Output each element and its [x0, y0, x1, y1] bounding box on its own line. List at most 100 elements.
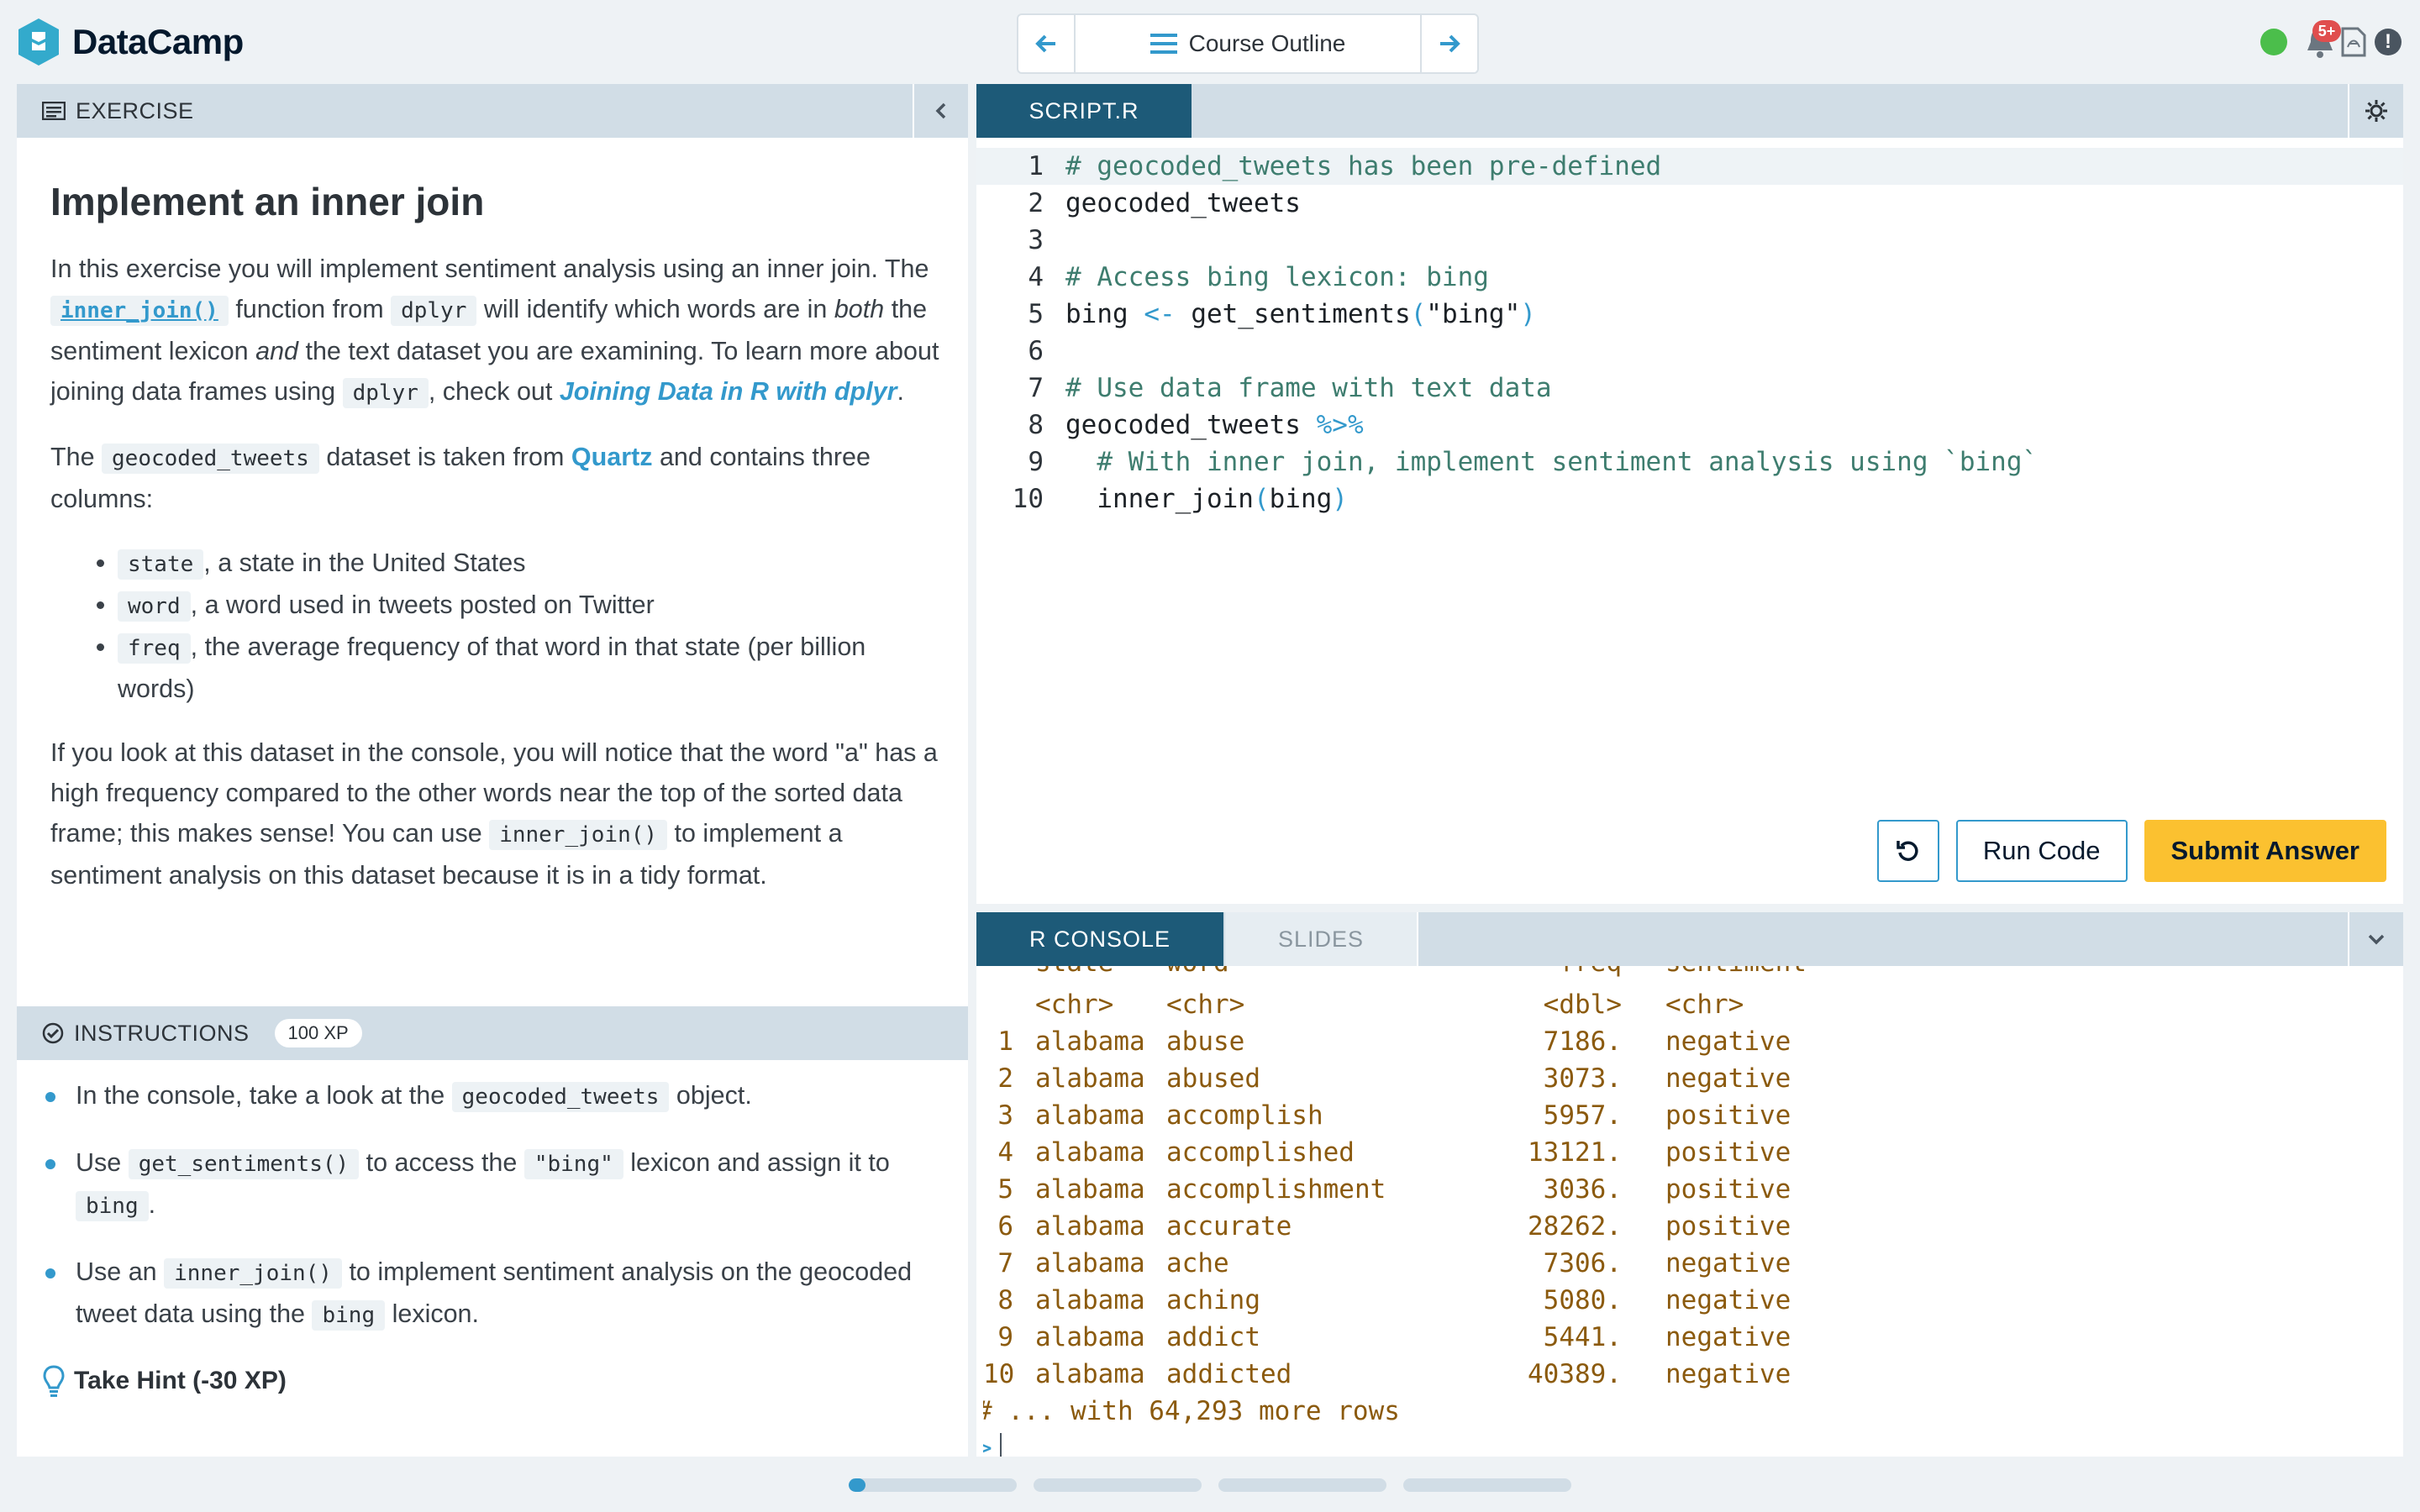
code-geocoded-tweets: geocoded_tweets [451, 1082, 670, 1112]
code-bing: bing [76, 1191, 149, 1221]
collapse-console-button[interactable] [2348, 912, 2403, 966]
instructions-body: In the console, take a look at the geoco… [42, 1075, 950, 1401]
table-cell-state: alabama [1035, 1137, 1145, 1168]
pdf-icon[interactable] [2341, 27, 2366, 57]
exercise-header: Exercise [17, 84, 968, 138]
code-bing-string: "bing" [523, 1149, 623, 1179]
code-line[interactable]: 8 geocoded_tweets %>% [976, 407, 2403, 444]
code-line[interactable]: 7 # Use data frame with text data [976, 370, 2403, 407]
table-cell-sent: negative [1665, 1063, 1791, 1094]
code-line[interactable]: 1 # geocoded_tweets has been pre-defined [976, 148, 2403, 185]
datacamp-logo-icon [18, 18, 59, 66]
table-cell-freq: 3073. [1543, 1063, 1622, 1094]
table-cell-sent: positive [1665, 1100, 1791, 1131]
chevron-left-icon [935, 102, 946, 119]
column-type: <chr> [1166, 990, 1245, 1020]
column-type: <chr> [1035, 990, 1114, 1020]
console-prompt-row[interactable]: > [983, 1428, 2395, 1457]
table-cell-sent: negative [1665, 1322, 1791, 1352]
tab-script-r[interactable]: SCRIPT.R [976, 84, 1192, 138]
previous-exercise-button[interactable] [1018, 15, 1076, 72]
code-argument: bing [1269, 484, 1333, 514]
console-header-row: state word freq sentiment [983, 966, 2395, 984]
inner-join-doc-link[interactable]: inner_join() [50, 295, 229, 326]
bullet-icon [45, 1092, 55, 1102]
table-cell-freq: 13121. [1528, 1137, 1622, 1168]
course-outline-button[interactable]: Course Outline [1076, 15, 1420, 72]
table-cell-word: accomplished [1166, 1137, 1355, 1168]
chevron-down-icon [2368, 934, 2385, 945]
code-line[interactable]: 9 # With inner join, implement sentiment… [976, 444, 2403, 480]
code-area[interactable]: 1 # geocoded_tweets has been pre-defined … [976, 148, 2403, 517]
take-hint-button[interactable]: Take Hint (-30 XP) [42, 1361, 950, 1401]
table-cell-freq: 3036. [1543, 1174, 1622, 1205]
exercise-header-label: Exercise [76, 97, 194, 123]
run-code-button[interactable]: Run Code [1955, 820, 2128, 882]
joining-data-course-link[interactable]: Joining Data in R with dplyr [560, 377, 897, 406]
reset-code-button[interactable] [1876, 820, 1939, 882]
table-cell-sent: negative [1665, 1285, 1791, 1315]
tab-r-console[interactable]: R CONSOLE [976, 912, 1223, 966]
bullet-icon [45, 1268, 55, 1278]
text: In the console, take a look at the [76, 1081, 452, 1110]
console-output[interactable]: state word freq sentiment <chr> <chr> <d… [983, 966, 2395, 1457]
exercise-paragraph-1: In this exercise you will implement sent… [50, 249, 950, 413]
line-number: 1 [1028, 151, 1044, 181]
collapse-panel-button[interactable] [913, 84, 968, 138]
code-line[interactable]: 2 geocoded_tweets [976, 185, 2403, 222]
table-cell-i: 3 [997, 1100, 1013, 1131]
more-rows-text: # ... with 64,293 more rows [983, 1396, 1400, 1426]
table-cell-word: ache [1166, 1248, 1229, 1278]
code-inner-join: inner_join() [50, 296, 229, 326]
code-word: word [118, 591, 191, 622]
text: lexicon and assign it to [623, 1148, 890, 1177]
editor-settings-button[interactable] [2348, 84, 2403, 138]
table-cell-state: alabama [1035, 1285, 1145, 1315]
text: Use an [76, 1257, 165, 1286]
table-cell-sent: negative [1665, 1026, 1791, 1057]
table-cell-sent: negative [1665, 1359, 1791, 1389]
app-name: DataCamp [72, 22, 244, 61]
code-line[interactable]: 4 # Access bing lexicon: bing [976, 259, 2403, 296]
table-row: 3 alabama accomplish 5957. positive [983, 1095, 2395, 1132]
alert-icon[interactable]: ! [2375, 29, 2402, 55]
console-rows: 1 alabama abuse 7186. negative 2 alabama abused… [983, 1021, 2395, 1391]
table-cell-word: addict [1166, 1322, 1260, 1352]
console-prompt: > [983, 1433, 992, 1457]
instruction-item: In the console, take a look at the geoco… [42, 1075, 950, 1117]
exercise-panel: Exercise Implement an inner join In this… [17, 84, 968, 1457]
code-inner-join: inner_join() [489, 820, 668, 850]
table-row: 5 alabama accomplishment 3036. positive [983, 1169, 2395, 1206]
submit-answer-button[interactable]: Submit Answer [2144, 820, 2386, 882]
code-line[interactable]: 3 [976, 222, 2403, 259]
code-string: "bing" [1426, 299, 1521, 329]
code-line[interactable]: 6 [976, 333, 2403, 370]
text: will identify which words are in [476, 295, 834, 323]
table-cell-sent: positive [1665, 1174, 1791, 1205]
lightbulb-icon [43, 1365, 65, 1397]
table-cell-state: alabama [1035, 1174, 1145, 1205]
notification-badge: 5+ [2312, 20, 2341, 42]
list-item: freq, the average frequency of that word… [118, 627, 950, 709]
console-more-rows: # ... with 64,293 more rows [983, 1391, 2395, 1428]
progress-segment [1403, 1478, 1571, 1492]
tab-slides[interactable]: SLIDES [1225, 912, 1418, 966]
text: object. [669, 1081, 752, 1110]
quartz-link[interactable]: Quartz [571, 443, 653, 471]
code-line[interactable]: 5 bing <- get_sentiments("bing") [976, 296, 2403, 333]
table-cell-word: aching [1166, 1285, 1260, 1315]
table-cell-word: accomplishment [1166, 1174, 1386, 1205]
code-comment: # Use data frame with text data [1065, 373, 1552, 403]
next-exercise-button[interactable] [1420, 15, 1477, 72]
table-cell-i: 2 [997, 1063, 1013, 1094]
code-text: bing [1065, 299, 1128, 329]
table-cell-word: accomplish [1166, 1100, 1323, 1131]
table-cell-i: 10 [983, 1359, 1015, 1389]
progress-segment [1218, 1478, 1386, 1492]
console-tabs: R CONSOLE SLIDES [976, 912, 2403, 966]
code-line[interactable]: 10 inner_join(bing) [976, 480, 2403, 517]
code-dplyr: dplyr [391, 296, 477, 326]
datacamp-logo[interactable]: DataCamp [15, 17, 244, 67]
code-geocoded-tweets: geocoded_tweets [102, 444, 319, 474]
text-cursor [1000, 1433, 1002, 1457]
